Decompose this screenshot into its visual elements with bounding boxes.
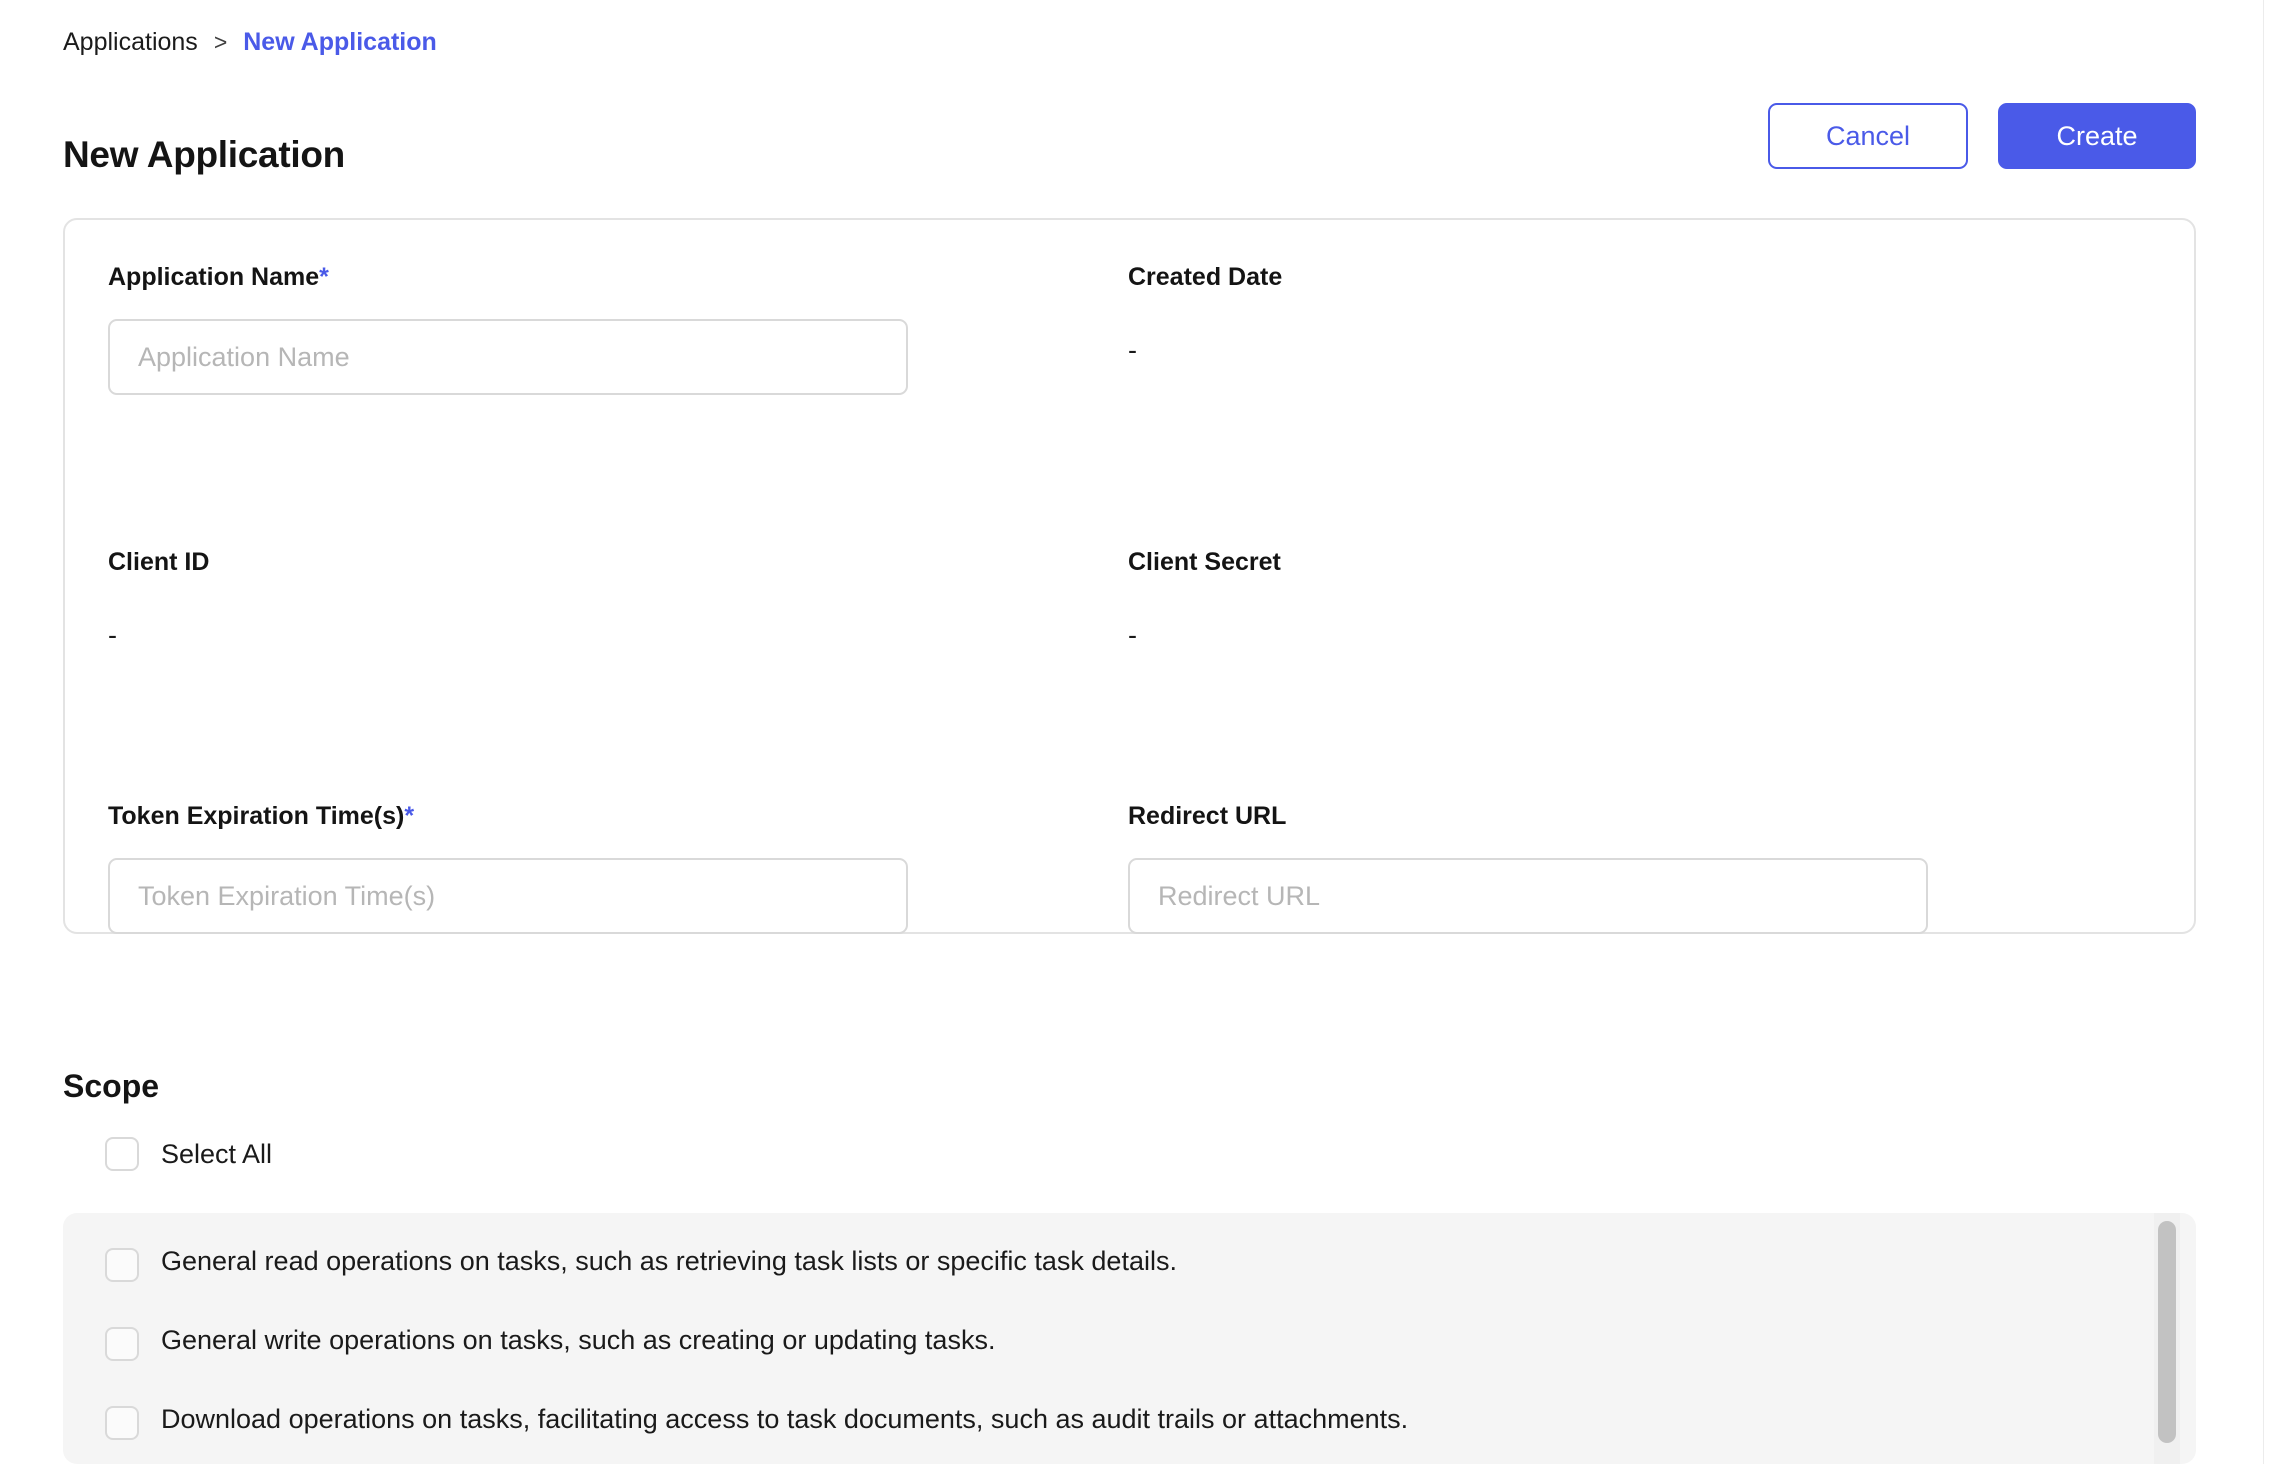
field-client-id: Client ID -: [108, 550, 1128, 649]
field-application-name: Application Name*: [108, 265, 1128, 395]
scope-section-title: Scope: [63, 1067, 159, 1105]
required-asterisk-icon: *: [404, 802, 414, 830]
create-button[interactable]: Create: [1998, 103, 2196, 169]
form-row-1: Application Name* Created Date -: [108, 265, 2148, 395]
scope-list-item[interactable]: General write operations on tasks, such …: [105, 1326, 2136, 1361]
client-secret-value: -: [1128, 622, 2148, 649]
field-client-secret: Client Secret -: [1128, 550, 2148, 649]
form-row-2: Client ID - Client Secret -: [108, 550, 2148, 649]
scope-scrollbar-track[interactable]: [2154, 1213, 2180, 1464]
client-id-label: Client ID: [108, 550, 1128, 575]
scope-list-panel: General read operations on tasks, such a…: [63, 1213, 2196, 1464]
scope-scrollbar-thumb[interactable]: [2158, 1221, 2176, 1443]
application-name-label-text: Application Name: [108, 263, 319, 291]
form-row-3: Token Expiration Time(s)* Redirect URL: [108, 804, 2148, 934]
field-created-date: Created Date -: [1128, 265, 2148, 395]
created-date-label: Created Date: [1128, 265, 2148, 290]
client-secret-label: Client Secret: [1128, 550, 2148, 575]
page-right-divider: [2263, 0, 2264, 1464]
scope-list-item[interactable]: Download operations on tasks, facilitati…: [105, 1405, 2136, 1440]
created-date-value: -: [1128, 337, 2148, 364]
page-title: New Application: [63, 133, 345, 177]
field-token-expiration: Token Expiration Time(s)*: [108, 804, 1128, 934]
select-all-label: Select All: [161, 1141, 272, 1168]
application-name-input[interactable]: [108, 319, 908, 395]
scope-checkbox[interactable]: [105, 1327, 139, 1361]
field-redirect-url: Redirect URL: [1128, 804, 2148, 934]
application-details-card: Application Name* Created Date - Client …: [63, 218, 2196, 934]
scope-item-label: Download operations on tasks, facilitati…: [161, 1405, 1408, 1433]
scope-checkbox[interactable]: [105, 1248, 139, 1282]
header-action-buttons: Cancel Create: [1768, 103, 2196, 169]
scope-item-label: General read operations on tasks, such a…: [161, 1247, 1177, 1275]
token-expiration-label: Token Expiration Time(s)*: [108, 804, 1128, 829]
breadcrumb-current-new-application[interactable]: New Application: [243, 30, 437, 55]
required-asterisk-icon: *: [319, 263, 329, 291]
form-row-spacer-1: [108, 395, 2148, 550]
redirect-url-label: Redirect URL: [1128, 804, 2148, 829]
scope-item-label: General write operations on tasks, such …: [161, 1326, 995, 1354]
application-form: Application Name* Created Date - Client …: [108, 265, 2148, 934]
breadcrumb-separator-icon: >: [214, 31, 227, 54]
token-expiration-label-text: Token Expiration Time(s): [108, 802, 404, 830]
token-expiration-input[interactable]: [108, 858, 908, 934]
application-name-label: Application Name*: [108, 265, 1128, 290]
select-all-checkbox[interactable]: [105, 1137, 139, 1171]
page-header: New Application Cancel Create: [63, 108, 2196, 174]
scope-list-item[interactable]: General read operations on tasks, such a…: [105, 1247, 2136, 1282]
breadcrumb: Applications > New Application: [63, 30, 437, 55]
select-all-row[interactable]: Select All: [105, 1137, 272, 1171]
client-id-value: -: [108, 622, 1128, 649]
page-root: Applications > New Application New Appli…: [0, 0, 2264, 1464]
form-row-spacer-2: [108, 649, 2148, 804]
redirect-url-input[interactable]: [1128, 858, 1928, 934]
scope-checkbox[interactable]: [105, 1406, 139, 1440]
scope-list: General read operations on tasks, such a…: [105, 1247, 2136, 1464]
cancel-button[interactable]: Cancel: [1768, 103, 1968, 169]
breadcrumb-link-applications[interactable]: Applications: [63, 30, 198, 55]
